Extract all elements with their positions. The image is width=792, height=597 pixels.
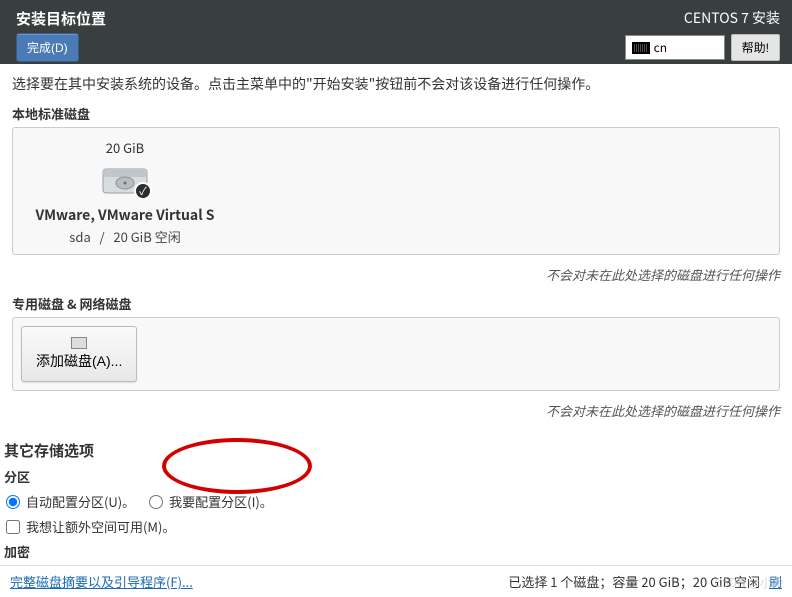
manual-partition-option[interactable]: 我要配置分区(I)。 <box>149 492 273 511</box>
footer-right: 已选择 1 个磁盘；容量 20 GiB；20 GiB 空闲 刷 <box>508 572 782 591</box>
disk-graphic: ✓ <box>101 163 149 197</box>
special-disks-container: 添加磁盘(A)... <box>12 317 780 391</box>
local-disks-container: 20 GiB ✓ VMware, VMware Virtual S sda / … <box>12 127 780 255</box>
storage-title: 其它存储选项 <box>4 440 788 461</box>
disk-add-icon <box>71 337 87 349</box>
partition-label: 分区 <box>4 467 788 486</box>
footer-bar: 完整磁盘摘要以及引导程序(F)... 已选择 1 个磁盘；容量 20 GiB；2… <box>0 565 792 597</box>
auto-partition-radio[interactable] <box>6 495 20 509</box>
header-bar: 安装目标位置 完成(D) CENTOS 7 安装 cn 帮助! <box>0 0 792 64</box>
check-icon: ✓ <box>134 182 152 200</box>
selection-status: 已选择 1 个磁盘；容量 20 GiB；20 GiB 空闲 <box>508 572 760 591</box>
installer-title: CENTOS 7 安装 <box>684 8 780 28</box>
keyboard-layout-indicator[interactable]: cn <box>625 35 725 60</box>
disk-subinfo: sda / 20 GiB 空闲 <box>69 227 180 246</box>
header-right: CENTOS 7 安装 cn 帮助! <box>625 8 780 58</box>
extra-space-checkbox[interactable] <box>6 520 20 534</box>
manual-partition-radio[interactable] <box>149 495 163 509</box>
help-button[interactable]: 帮助! <box>731 34 780 61</box>
header-controls: cn 帮助! <box>625 34 780 61</box>
refresh-link[interactable]: 刷 <box>769 572 782 591</box>
page-title: 安装目标位置 <box>16 8 106 29</box>
auto-partition-option[interactable]: 自动配置分区(U)。 <box>6 492 135 511</box>
add-disk-button[interactable]: 添加磁盘(A)... <box>21 326 137 382</box>
extra-space-option[interactable]: 我想让额外空间可用(M)。 <box>6 517 175 536</box>
header-left: 安装目标位置 完成(D) <box>16 8 106 58</box>
special-disks-note: 不会对未在此处选择的磁盘进行任何操作 <box>12 395 780 430</box>
encrypt-label: 加密 <box>4 542 788 561</box>
main-content: 选择要在其中安装系统的设备。点击主菜单中的"开始安装"按钮前不会对该设备进行任何… <box>0 64 792 434</box>
disk-item[interactable]: 20 GiB ✓ VMware, VMware Virtual S sda / … <box>25 138 225 246</box>
disk-summary-link[interactable]: 完整磁盘摘要以及引导程序(F)... <box>10 572 193 591</box>
done-button[interactable]: 完成(D) <box>16 33 79 62</box>
instruction-text: 选择要在其中安装系统的设备。点击主菜单中的"开始安装"按钮前不会对该设备进行任何… <box>12 74 780 94</box>
add-disk-label: 添加磁盘(A)... <box>36 351 122 371</box>
disk-name: VMware, VMware Virtual S <box>35 205 214 225</box>
lang-code: cn <box>654 39 667 56</box>
disk-size: 20 GiB <box>106 138 144 157</box>
partition-options: 自动配置分区(U)。 我要配置分区(I)。 <box>6 492 788 511</box>
local-disks-note: 不会对未在此处选择的磁盘进行任何操作 <box>12 259 780 294</box>
extra-space-row: 我想让额外空间可用(M)。 <box>6 517 788 536</box>
keyboard-icon <box>632 42 650 54</box>
special-disks-label: 专用磁盘 & 网络磁盘 <box>12 294 780 313</box>
local-disks-label: 本地标准磁盘 <box>12 104 780 123</box>
